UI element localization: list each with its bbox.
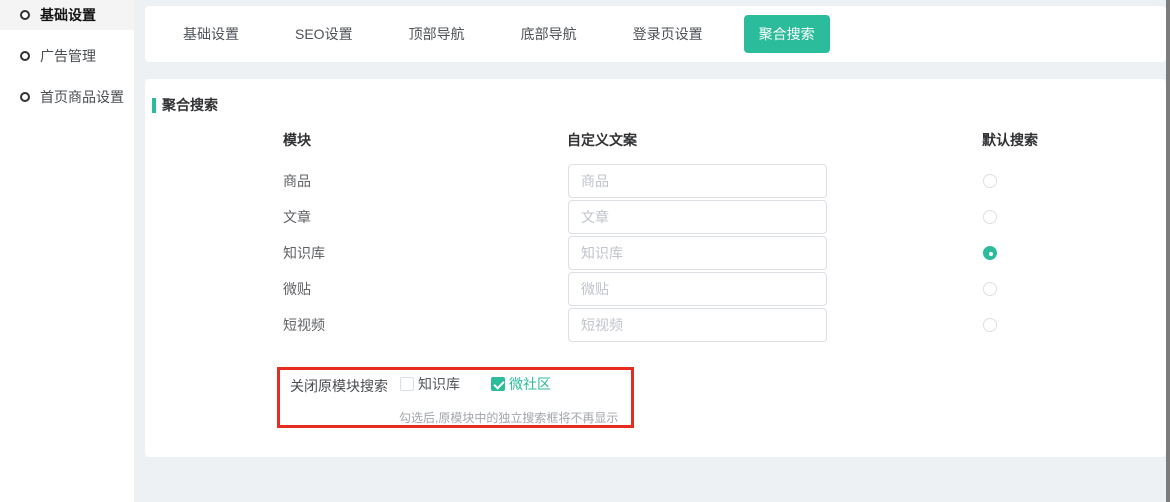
sidebar-item-label: 广告管理 <box>40 46 96 66</box>
module-row: 商品 <box>283 163 1166 199</box>
module-label: 微贴 <box>283 279 568 299</box>
circle-bullet-icon <box>20 51 30 61</box>
module-label: 文章 <box>283 207 568 227</box>
default-search-radio[interactable] <box>983 246 997 260</box>
checked-checkbox-icon[interactable] <box>491 377 505 391</box>
module-row: 短视频 <box>283 307 1166 343</box>
circle-bullet-icon <box>20 10 30 20</box>
tab-active[interactable]: 聚合搜索 <box>744 15 830 53</box>
sidebar-item-label: 基础设置 <box>40 5 96 25</box>
module-row: 知识库 <box>283 235 1166 271</box>
tab-item[interactable]: 登录页设置 <box>618 15 718 53</box>
section-title-bar-icon <box>152 98 156 113</box>
sidebar-item-label: 首页商品设置 <box>40 87 124 107</box>
tab-item[interactable]: 基础设置 <box>168 15 254 53</box>
column-header-default-search: 默认搜索 <box>982 130 1038 150</box>
settings-tab-bar: 基础设置 SEO设置顶部导航底部导航登录页设置聚合搜索 <box>145 6 1166 62</box>
table-header-row: 模块 自定义文案 默认搜索 <box>283 130 1166 150</box>
close-module-search-label: 关闭原模块搜索 <box>290 376 388 396</box>
close-search-checkbox-item[interactable]: 知识库 <box>400 374 460 394</box>
default-search-radio[interactable] <box>983 174 997 188</box>
default-search-radio[interactable] <box>983 210 997 224</box>
module-label: 短视频 <box>283 315 568 335</box>
close-module-search-hint: 勾选后,原模块中的独立搜索框将不再显示 <box>399 409 618 426</box>
sidebar: 基础设置广告管理首页商品设置 <box>0 0 134 502</box>
aggregate-search-panel: 聚合搜索 模块 自定义文案 默认搜索 商品文章知识库微贴短视频 关闭原模块搜索 … <box>145 79 1166 457</box>
module-label: 商品 <box>283 171 568 191</box>
module-label: 知识库 <box>283 243 568 263</box>
custom-text-input[interactable] <box>568 164 827 198</box>
custom-text-input[interactable] <box>568 308 827 342</box>
module-row: 微贴 <box>283 271 1166 307</box>
default-search-radio[interactable] <box>983 282 997 296</box>
sidebar-menu: 基础设置广告管理首页商品设置 <box>0 0 134 112</box>
sidebar-item[interactable]: 广告管理 <box>0 41 134 71</box>
module-row: 文章 <box>283 199 1166 235</box>
checkbox-label: 知识库 <box>418 374 460 394</box>
tab-item[interactable]: 底部导航 <box>506 15 592 53</box>
sidebar-item[interactable]: 首页商品设置 <box>0 82 134 112</box>
tab-item[interactable]: 顶部导航 <box>394 15 480 53</box>
checkbox-label: 微社区 <box>509 374 551 394</box>
section-title: 聚合搜索 <box>152 95 218 115</box>
section-title-text: 聚合搜索 <box>162 95 218 115</box>
tab-item[interactable]: SEO设置 <box>280 15 368 53</box>
unchecked-checkbox-icon[interactable] <box>400 377 414 391</box>
column-header-module: 模块 <box>283 130 311 150</box>
close-module-search-options: 知识库 微社区 <box>400 374 582 394</box>
module-rows: 商品文章知识库微贴短视频 <box>283 163 1166 343</box>
column-header-custom-text: 自定义文案 <box>567 130 637 150</box>
sidebar-item[interactable]: 基础设置 <box>0 0 134 30</box>
custom-text-input[interactable] <box>568 200 827 234</box>
custom-text-input[interactable] <box>568 236 827 270</box>
vertical-scrollbar[interactable] <box>1166 0 1170 502</box>
circle-bullet-icon <box>20 92 30 102</box>
close-search-checkbox-item[interactable]: 微社区 <box>491 374 551 394</box>
custom-text-input[interactable] <box>568 272 827 306</box>
default-search-radio[interactable] <box>983 318 997 332</box>
